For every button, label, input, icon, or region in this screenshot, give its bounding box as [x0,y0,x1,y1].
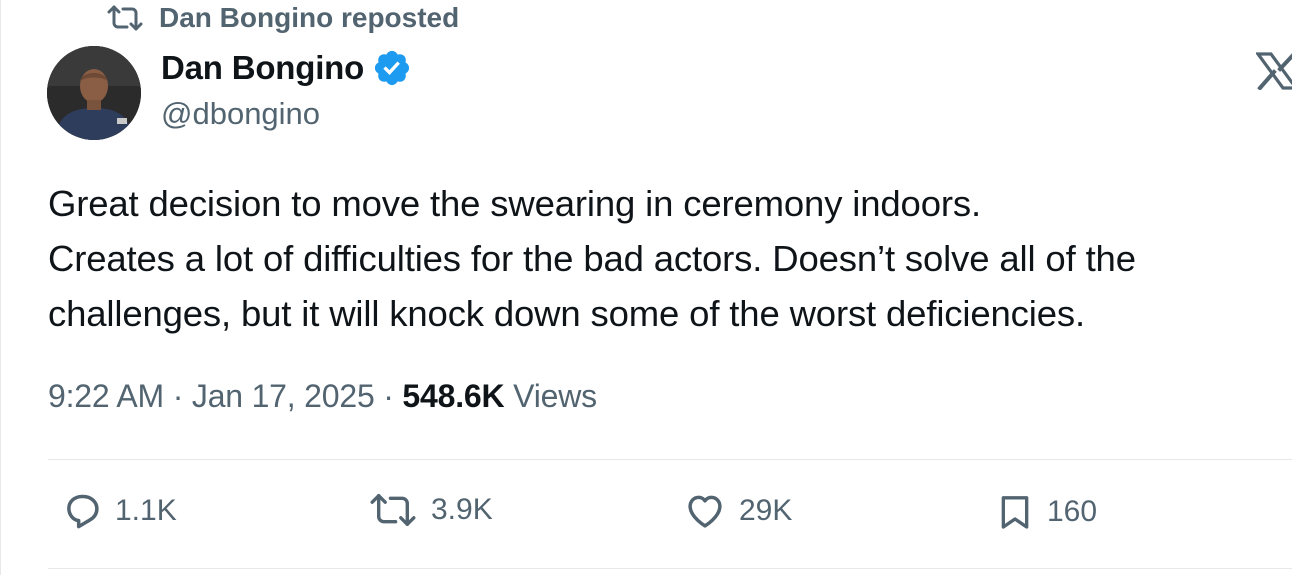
bookmark-count: 160 [1047,495,1098,528]
tweet-text-line: challenges, but it will knock down some … [48,293,1085,334]
tweet-text-line: Creates a lot of difficulties for the ba… [48,238,1136,279]
repost-label: Dan Bongino reposted [159,2,460,33]
retweet-icon [105,3,145,33]
like-count: 29K [739,494,793,527]
like-button[interactable]: 29K [683,490,792,532]
bookmark-button[interactable]: 160 [995,490,1097,534]
meta-separator: · [383,378,394,414]
reply-icon [61,490,103,532]
tweet-time[interactable]: 9:22 AM [48,378,164,414]
heart-icon [683,490,727,532]
views-label: Views [513,378,597,414]
x-logo-icon[interactable] [1256,52,1292,90]
author-name[interactable]: Dan Bongino [161,49,364,87]
avatar[interactable] [47,46,141,140]
bookmark-icon [995,490,1035,534]
retweet-icon [367,490,419,530]
author-handle[interactable]: @dbongino [161,96,320,132]
repost-indicator[interactable]: Dan Bongino reposted [105,2,459,34]
tweet-date[interactable]: Jan 17, 2025 [192,378,375,414]
views-count: 548.6K [402,378,505,414]
divider [48,459,1292,460]
reply-count: 1.1K [115,494,177,527]
reply-button[interactable]: 1.1K [61,490,177,532]
tweet-text: Great decision to move the swearing in c… [48,176,1292,341]
verified-badge-icon[interactable] [372,48,412,88]
meta-separator: · [172,378,184,414]
repost-count: 3.9K [431,493,493,526]
tweet-metadata: 9:22 AM · Jan 17, 2025 · 548.6K Views [48,378,597,415]
tweet-text-line: Great decision to move the swearing in c… [48,183,981,224]
author-name-row: Dan Bongino [161,48,412,88]
tweet-card: Dan Bongino reposted Dan Bongino @dbongi… [0,0,1292,575]
divider [48,568,1292,569]
repost-button[interactable]: 3.9K [367,490,493,530]
action-bar: 1.1K 3.9K 29K 160 [1,490,1292,542]
